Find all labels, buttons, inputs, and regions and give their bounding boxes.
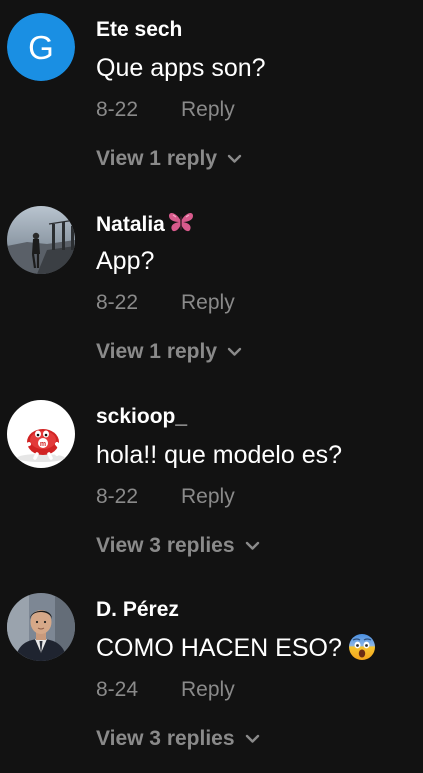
chevron-down-icon (227, 337, 242, 365)
view-replies-label: View 1 reply (96, 147, 218, 170)
avatar-letter: G (28, 29, 54, 66)
comment-meta: 8-24 Reply (96, 676, 235, 704)
screaming-face-icon (348, 633, 376, 669)
butterfly-icon (167, 210, 195, 241)
reply-button[interactable]: Reply (181, 485, 235, 508)
view-replies-button[interactable]: View 3 replies (96, 531, 260, 560)
comment-item: m sckioop_ hola!! que modelo es? 8-22 Rep… (0, 387, 423, 580)
comment-date: 8-22 (96, 485, 139, 508)
reply-button[interactable]: Reply (181, 678, 235, 701)
comment-date: 8-24 (96, 678, 139, 701)
reply-button[interactable]: Reply (181, 291, 235, 314)
comment-username[interactable]: sckioop_ (96, 404, 187, 430)
mascot-avatar-icon: m (7, 400, 75, 468)
view-replies-label: View 3 replies (96, 534, 235, 557)
comment-meta: 8-22 Reply (96, 289, 235, 317)
avatar[interactable]: G (7, 13, 75, 81)
comment-text-content: COMO HACEN ESO? (96, 634, 342, 662)
comment-item: D. Pérez COMO HACEN ESO? 8-24 Reply View … (0, 580, 423, 773)
avatar[interactable] (7, 206, 75, 274)
reply-button[interactable]: Reply (181, 98, 235, 121)
chevron-down-icon (245, 724, 260, 752)
view-replies-button[interactable]: View 1 reply (96, 144, 242, 173)
comment-text: Que apps son? (96, 54, 266, 82)
comment-text: App? (96, 247, 155, 275)
profile-photo-icon (7, 593, 75, 661)
username-text: Natalia (96, 213, 165, 236)
view-replies-label: View 3 replies (96, 727, 235, 750)
view-replies-button[interactable]: View 1 reply (96, 337, 242, 366)
comment-text: COMO HACEN ESO? (96, 632, 376, 669)
comment-username[interactable]: D. Pérez (96, 597, 179, 623)
avatar[interactable]: m (7, 400, 75, 468)
avatar[interactable] (7, 593, 75, 661)
profile-photo-icon (7, 206, 75, 274)
svg-text:m: m (40, 441, 46, 448)
comment-meta: 8-22 Reply (96, 96, 235, 124)
letter-avatar-icon: G (7, 13, 75, 81)
view-replies-button[interactable]: View 3 replies (96, 724, 260, 753)
comment-item: G Ete sech Que apps son? 8-22 Reply View … (0, 0, 423, 193)
comment-date: 8-22 (96, 98, 139, 121)
chevron-down-icon (227, 144, 242, 172)
comment-item: Natalia App? 8-22 Reply View 1 reply (0, 193, 423, 386)
comment-username[interactable]: Natalia (96, 210, 195, 241)
comment-text: hola!! que modelo es? (96, 441, 343, 469)
comment-date: 8-22 (96, 291, 139, 314)
chevron-down-icon (245, 531, 260, 559)
comment-meta: 8-22 Reply (96, 483, 235, 511)
view-replies-label: View 1 reply (96, 340, 218, 363)
comment-username[interactable]: Ete sech (96, 17, 182, 43)
